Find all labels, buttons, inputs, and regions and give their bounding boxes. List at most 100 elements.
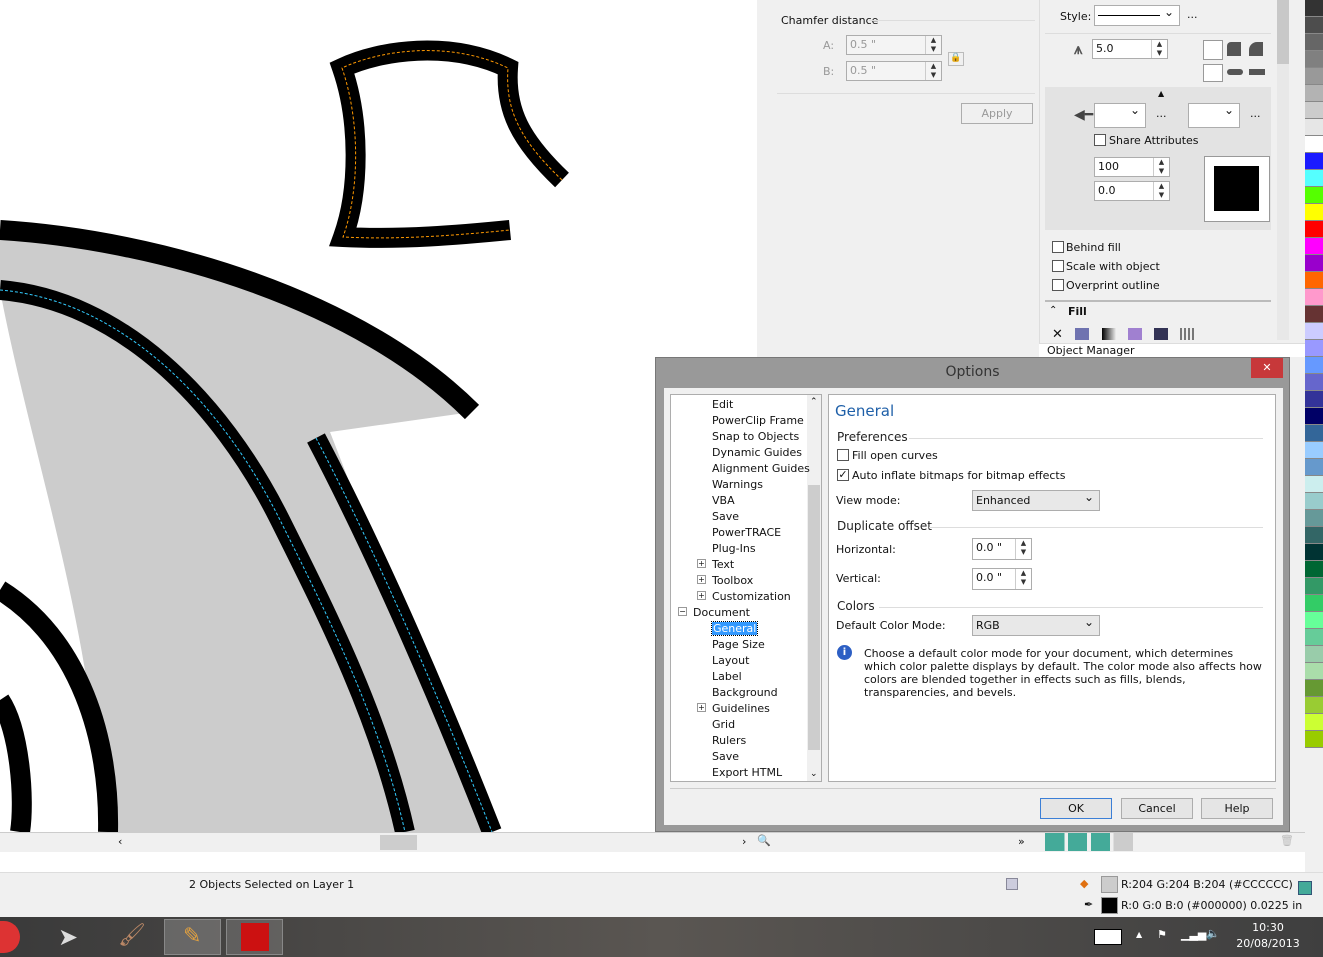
palette-swatch[interactable] (1305, 629, 1323, 646)
palette-swatch[interactable] (1305, 646, 1323, 663)
volume-icon[interactable]: 🔈 (1206, 927, 1220, 940)
palette-swatch[interactable] (1305, 68, 1323, 85)
tree-item[interactable]: Layout (712, 654, 749, 667)
fountain-fill-icon[interactable] (1102, 328, 1116, 340)
options-tree[interactable]: ⌃ ⌄ Edit PowerClip Frame Snap to Objects Dy… (670, 394, 822, 782)
help-button[interactable]: Help (1201, 798, 1273, 819)
palette-swatch[interactable] (1305, 0, 1323, 17)
palette-swatch[interactable] (1305, 340, 1323, 357)
tree-item[interactable]: Warnings (712, 478, 763, 491)
tree-item[interactable]: Alignment Guides (712, 462, 810, 475)
tree-item[interactable]: + Guidelines (697, 702, 770, 715)
tree-item[interactable]: Rulers (712, 734, 746, 747)
tree-item[interactable]: Background (712, 686, 778, 699)
keyboard-icon[interactable] (1094, 929, 1122, 945)
palette-swatch[interactable] (1305, 85, 1323, 102)
tree-item[interactable]: Page Size (712, 638, 765, 651)
outline-color-swatch[interactable] (1101, 897, 1118, 914)
end-arrowhead-select[interactable] (1188, 103, 1240, 128)
cap-round-icon[interactable] (1227, 69, 1243, 75)
lock-icon[interactable]: 🔒 (948, 52, 964, 66)
palette-swatch[interactable] (1305, 272, 1323, 289)
palette-swatch[interactable] (1305, 442, 1323, 459)
tree-item[interactable]: Label (712, 670, 742, 683)
tree-item[interactable]: Save (712, 750, 739, 763)
expander-icon[interactable]: + (697, 559, 706, 568)
texture-fill-icon[interactable] (1154, 328, 1168, 340)
acrobat-taskbar-button[interactable] (226, 919, 283, 955)
palette-swatch[interactable] (1305, 731, 1323, 748)
tree-item[interactable]: + Customization (697, 590, 791, 603)
color-proof-icon[interactable] (1006, 878, 1018, 890)
tree-item[interactable]: PowerTRACE (712, 526, 781, 539)
end-arrow-more[interactable]: ... (1250, 107, 1261, 120)
palette-swatch[interactable] (1305, 425, 1323, 442)
camera-app-icon[interactable] (0, 921, 20, 953)
angle-input[interactable]: 0.0 ▲ ▼ (1094, 181, 1170, 201)
palette-swatch[interactable] (1305, 493, 1323, 510)
palette-swatch[interactable] (1305, 119, 1323, 136)
palette-swatch[interactable] (1305, 204, 1323, 221)
edit-fill-icon[interactable] (1298, 881, 1312, 895)
palette-swatch[interactable] (1305, 612, 1323, 629)
cap-square-icon[interactable] (1249, 69, 1265, 75)
fill-open-curves-checkbox[interactable] (837, 449, 849, 461)
vertical-offset-input[interactable]: 0.0 " ▲ ▼ (972, 568, 1032, 590)
no-fill-icon[interactable]: ✕ (1052, 327, 1063, 342)
palette-swatch[interactable] (1305, 34, 1323, 51)
expander-icon[interactable]: + (697, 591, 706, 600)
palette-swatch[interactable] (1305, 357, 1323, 374)
palette-swatch[interactable] (1305, 510, 1323, 527)
tree-item[interactable]: + Text (697, 558, 734, 571)
share-attributes-checkbox[interactable] (1094, 134, 1106, 146)
palette-swatch[interactable] (1305, 680, 1323, 697)
chamfer-a-input[interactable]: 0.5 " ▲ ▼ (846, 35, 942, 55)
palette-swatch[interactable] (1305, 459, 1323, 476)
tree-item[interactable]: Grid (712, 718, 735, 731)
tree-item[interactable]: Dynamic Guides (712, 446, 802, 459)
scroll-left-arrow[interactable]: ‹ (118, 835, 122, 848)
uniform-fill-icon[interactable] (1075, 328, 1089, 340)
tree-item[interactable]: VBA (712, 494, 735, 507)
tree-item[interactable]: PowerClip Frame (712, 414, 804, 427)
palette-swatch[interactable] (1305, 136, 1323, 153)
tree-item[interactable]: Plug-Ins (712, 542, 756, 555)
palette-swatch[interactable] (1305, 51, 1323, 68)
auto-inflate-checkbox[interactable]: ✓ (837, 469, 849, 481)
palette-swatch[interactable] (1305, 187, 1323, 204)
miter-limit-input[interactable]: 5.0 ▲ ▼ (1092, 39, 1168, 59)
view-mode-select[interactable]: Enhanced (972, 490, 1100, 511)
outline-color-preview[interactable] (1204, 156, 1270, 222)
scroll-right-arrow[interactable]: › (742, 835, 746, 848)
docker-scrollbar[interactable] (1277, 0, 1289, 340)
scale-with-object-checkbox[interactable] (1052, 260, 1064, 272)
fill-collapse-icon[interactable]: ⌃ (1049, 305, 1057, 316)
palette-swatch[interactable] (1305, 255, 1323, 272)
start-arrow-more[interactable]: ... (1156, 107, 1167, 120)
palette-swatch[interactable] (1305, 391, 1323, 408)
palette-swatch[interactable] (1305, 221, 1323, 238)
expander-icon[interactable]: + (697, 703, 706, 712)
tree-item[interactable]: Export HTML (712, 766, 782, 779)
palette-swatch[interactable] (1305, 476, 1323, 493)
network-icon[interactable]: ▁▃▅ (1181, 928, 1206, 941)
horizontal-offset-input[interactable]: 0.0 " ▲ ▼ (972, 538, 1032, 560)
horizontal-scroll-thumb[interactable] (380, 835, 417, 850)
color-palette[interactable] (1305, 0, 1323, 830)
palette-swatch[interactable] (1305, 306, 1323, 323)
drawing-canvas[interactable] (0, 0, 757, 832)
palette-swatch[interactable] (1305, 578, 1323, 595)
palette-swatch[interactable] (1305, 238, 1323, 255)
tree-item[interactable]: + Toolbox (697, 574, 753, 587)
action-center-flag-icon[interactable]: ⚑ (1157, 928, 1167, 941)
collapse-arrow-icon[interactable]: ▲ (1158, 89, 1164, 98)
palette-swatch[interactable] (1305, 374, 1323, 391)
expander-icon[interactable]: + (697, 575, 706, 584)
palette-swatch[interactable] (1305, 323, 1323, 340)
overprint-outline-checkbox[interactable] (1052, 279, 1064, 291)
apply-button[interactable]: Apply (961, 103, 1033, 124)
palette-swatch[interactable] (1305, 102, 1323, 119)
tree-item[interactable]: − Document (678, 606, 750, 619)
corner-round-icon[interactable] (1227, 42, 1241, 56)
cancel-button[interactable]: Cancel (1121, 798, 1193, 819)
